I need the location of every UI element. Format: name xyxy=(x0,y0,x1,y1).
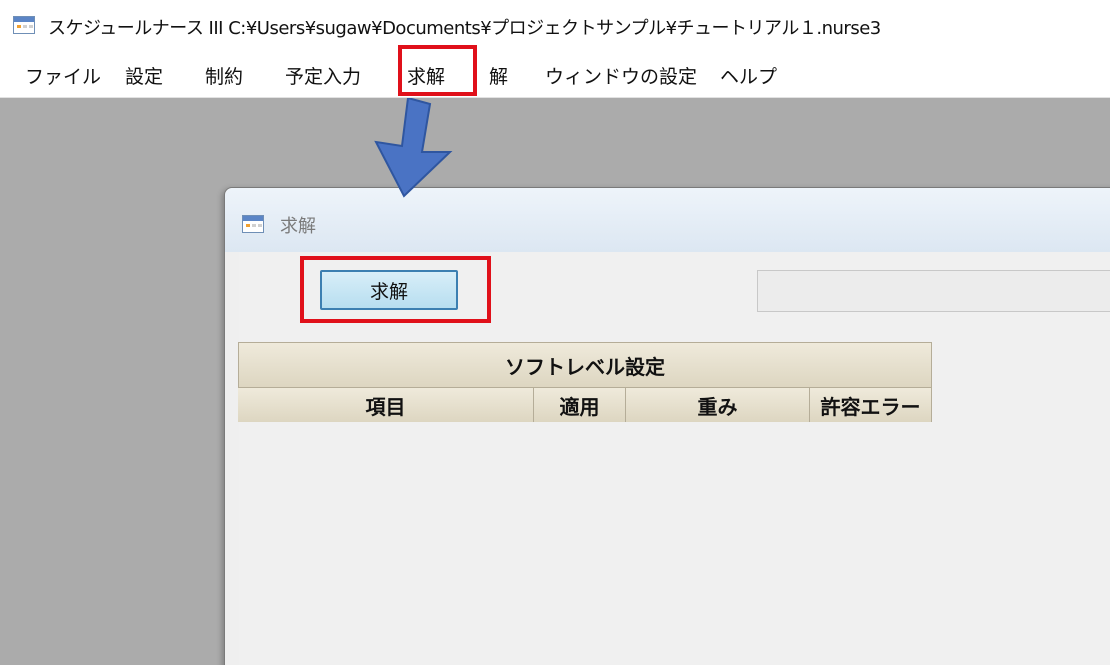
dialog-titlebar[interactable]: 求解 xyxy=(225,188,1110,252)
menu-window-settings[interactable]: ウィンドウの設定 xyxy=(545,62,697,89)
grid-header-soft-level: ソフトレベル設定 xyxy=(238,342,932,388)
grid-col-apply[interactable]: 適用 xyxy=(534,388,626,422)
menu-solution[interactable]: 解 xyxy=(489,62,508,89)
grid-col-tolerance-error[interactable]: 許容エラー xyxy=(810,388,932,422)
menu-constraints[interactable]: 制約 xyxy=(205,62,243,89)
dialog-calendar-icon xyxy=(242,215,264,233)
menu-bar: ファイル 設定 制約 予定入力 求解 解 ウィンドウの設定 ヘルプ xyxy=(0,52,1110,98)
dialog-title: 求解 xyxy=(280,216,316,237)
menu-solve-highlight xyxy=(398,45,477,96)
window-title: スケジュールナース III C:¥Users¥sugaw¥Documents¥プ… xyxy=(48,18,881,39)
menu-help[interactable]: ヘルプ xyxy=(720,62,777,89)
grid-column-headers: 項目 適用 重み 許容エラー xyxy=(238,388,932,422)
window-titlebar: スケジュールナース III C:¥Users¥sugaw¥Documents¥プ… xyxy=(0,0,1110,52)
menu-settings[interactable]: 設定 xyxy=(125,62,163,89)
menu-file[interactable]: ファイル xyxy=(25,62,101,89)
solve-button-highlight xyxy=(300,256,491,323)
app-calendar-icon xyxy=(13,16,35,34)
down-arrow-icon xyxy=(374,98,453,198)
grid-col-weight[interactable]: 重み xyxy=(626,388,810,422)
status-field xyxy=(757,270,1110,312)
menu-schedule-input[interactable]: 予定入力 xyxy=(285,62,361,89)
grid-col-item[interactable]: 項目 xyxy=(238,388,534,422)
